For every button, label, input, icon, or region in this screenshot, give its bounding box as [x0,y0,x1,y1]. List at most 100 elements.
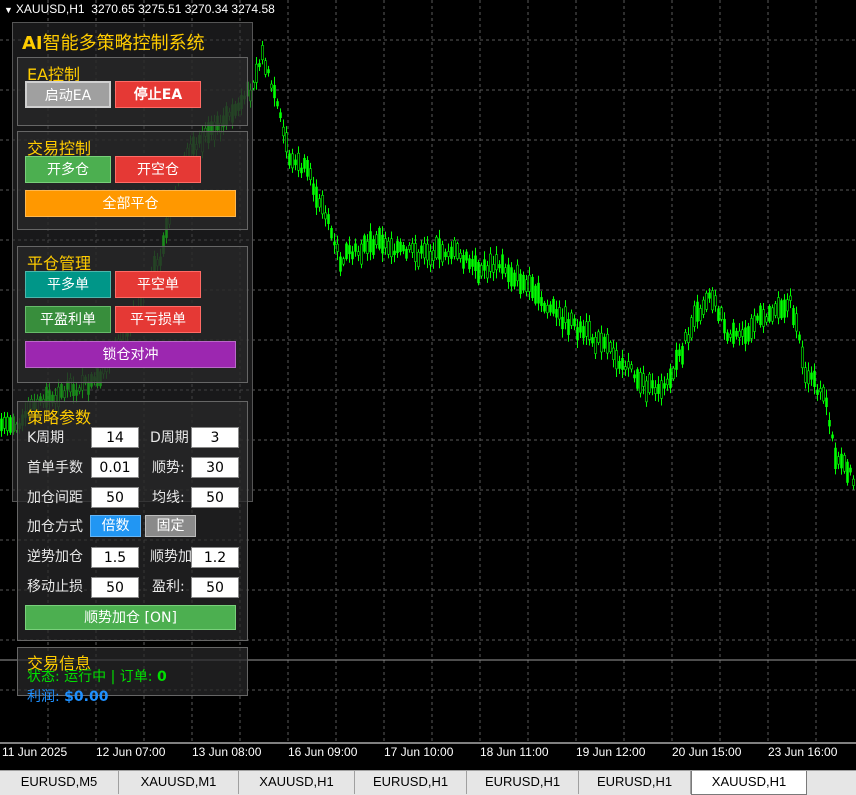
candle-body [771,307,774,322]
candle-body [666,378,669,386]
take-profit-input[interactable] [191,577,239,598]
candle-body [819,388,822,393]
candle-body [282,126,285,137]
candle-body [348,245,351,255]
close-short-button[interactable]: 平空单 [115,271,201,298]
chart-tab[interactable]: EURUSD,H1 [579,771,691,794]
open-short-button[interactable]: 开空仓 [115,156,201,183]
candle-body [426,243,429,261]
counter-add-label: 逆势加仓 [27,549,83,565]
candle-body [681,346,684,365]
d-period-label: D周期 [150,430,189,446]
chart-tab[interactable]: EURUSD,H1 [355,771,467,794]
chart-tab[interactable]: EURUSD,M5 [0,771,119,794]
close-all-button[interactable]: 全部平仓 [25,190,236,217]
trend-label: 顺势: [152,460,185,476]
start-ea-button[interactable]: 启动EA [25,81,111,108]
candle-body [684,332,687,342]
profit-value: $0.00 [64,689,109,705]
candle-body [492,264,495,273]
candle-body [429,251,432,266]
candle-body [357,251,360,256]
candle-body [258,63,261,68]
candle-body [591,337,594,344]
candle-body [849,467,852,473]
mode-fixed-button[interactable]: 固定 [145,515,196,537]
spacing-label: 加仓间距 [27,490,83,506]
candle-body [312,183,315,195]
spacing-input[interactable] [91,487,139,508]
candle-body [822,386,825,402]
candle-body [750,318,753,339]
candle-body [489,253,492,272]
candle-body [630,364,633,370]
chart-tab-active[interactable]: XAUUSD,H1 [691,771,807,795]
candle-body [351,251,354,260]
panel-title-text: 智能多策略控制系统 [42,33,205,54]
k-period-input[interactable] [91,427,139,448]
candle-body [408,244,411,250]
trend-add-input[interactable] [191,547,239,568]
close-long-button[interactable]: 平多单 [25,271,111,298]
candle-body [558,307,561,320]
candle-body [669,368,672,389]
close-loss-button[interactable]: 平亏损单 [115,306,201,333]
candle-body [612,347,615,360]
candle-body [618,360,621,369]
candle-body [657,384,660,394]
candle-body [255,63,258,83]
candle-body [318,198,321,208]
candle-body [837,456,840,465]
time-label: 18 Jun 11:00 [480,745,549,759]
candle-body [447,251,450,257]
candle-body [852,478,855,486]
candle-body [306,160,309,177]
candle-body [546,305,549,314]
counter-add-input[interactable] [91,547,139,568]
d-period-input[interactable] [191,427,239,448]
candle-body [672,367,675,380]
close-profit-button[interactable]: 平盈利单 [25,306,111,333]
candle-body [732,322,735,344]
candle-body [405,248,408,259]
candle-body [687,334,690,343]
candle-body [303,157,306,169]
candle-body [402,244,405,252]
trailing-stop-input[interactable] [91,577,139,598]
menu-triangle-icon[interactable]: ▼ [4,5,13,15]
time-label: 11 Jun 2025 [2,745,68,759]
candle-body [261,45,264,61]
candle-body [414,243,417,262]
chart-tab[interactable]: XAUUSD,H1 [239,771,355,794]
candle-body [525,279,528,292]
candle-body [486,265,489,279]
candle-body [720,307,723,320]
time-label: 17 Jun 10:00 [384,745,454,759]
status-text: 状态: 运行中 [27,669,107,685]
candle-body [696,301,699,322]
hedge-lock-button[interactable]: 锁仓对冲 [25,341,236,368]
candle-body [564,306,567,323]
candle-body [708,292,711,299]
open-long-button[interactable]: 开多仓 [25,156,111,183]
trend-input[interactable] [191,457,239,478]
mode-multiple-button[interactable]: 倍数 [90,515,141,537]
candle-body [537,282,540,304]
candle-body [336,243,339,252]
stop-ea-button[interactable]: 停止EA [115,81,201,108]
candle-body [294,159,297,166]
candle-body [582,326,585,339]
candle-body [756,315,759,321]
candle-body [483,259,486,271]
candle-body [3,417,6,429]
ma-input[interactable] [191,487,239,508]
symbol-header: ▼ XAUUSD,H1 3270.65 3275.51 3270.34 3274.… [4,2,275,16]
candle-body [561,316,564,330]
chart-tab[interactable]: EURUSD,H1 [467,771,579,794]
time-label: 16 Jun 09:00 [288,745,358,759]
first-lot-input[interactable] [91,457,139,478]
chart-tab[interactable]: XAUUSD,M1 [119,771,239,794]
trend-add-toggle-button[interactable]: 顺势加仓 [ON] [25,605,236,630]
candle-body [285,132,288,153]
candle-body [786,299,789,312]
